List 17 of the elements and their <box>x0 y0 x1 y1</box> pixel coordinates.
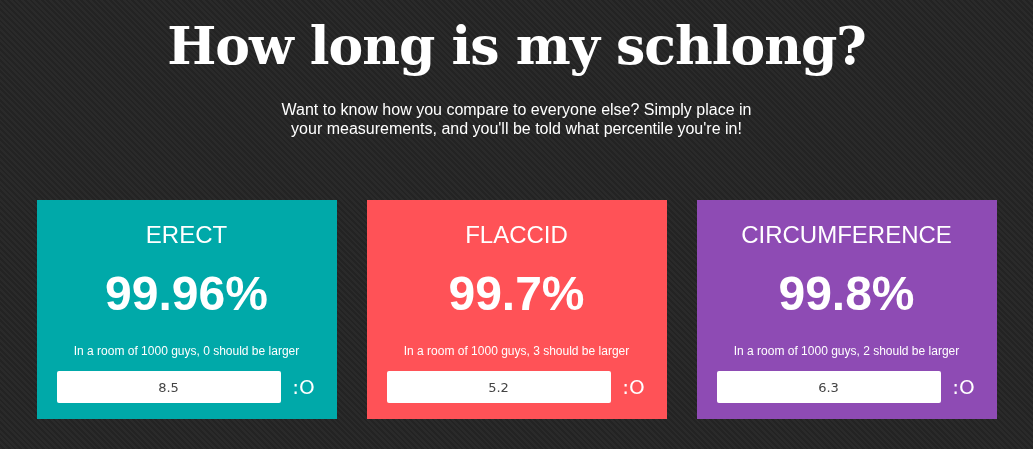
card-heading: ERECT <box>145 220 228 250</box>
reaction-text: :O <box>291 375 316 399</box>
result-note: In a room of 1000 guys, 2 should be larger <box>733 343 960 359</box>
measurement-field[interactable]: 8.5 <box>56 371 281 403</box>
card-heading: FLACCID <box>465 220 568 250</box>
reaction-text: :O <box>951 375 976 399</box>
page-title: How long is my schlong? <box>167 14 866 78</box>
result-note: In a room of 1000 guys, 0 should be larger <box>73 343 300 359</box>
percentile-value: 99.7% <box>448 266 585 322</box>
card-heading: CIRCUMFERENCE <box>741 220 952 250</box>
intro-text: Want to know how you compare to everyone else? Simply place in your measurements, and you'll be told what percentile you're in! <box>280 100 753 138</box>
reaction-text: :O <box>621 375 646 399</box>
measurement-field[interactable]: 6.3 <box>716 371 941 403</box>
percentile-value: 99.8% <box>778 266 915 322</box>
percentile-value: 99.96% <box>105 266 268 322</box>
result-note: In a room of 1000 guys, 3 should be larger <box>403 343 630 359</box>
measurement-field[interactable]: 5.2 <box>386 371 611 403</box>
